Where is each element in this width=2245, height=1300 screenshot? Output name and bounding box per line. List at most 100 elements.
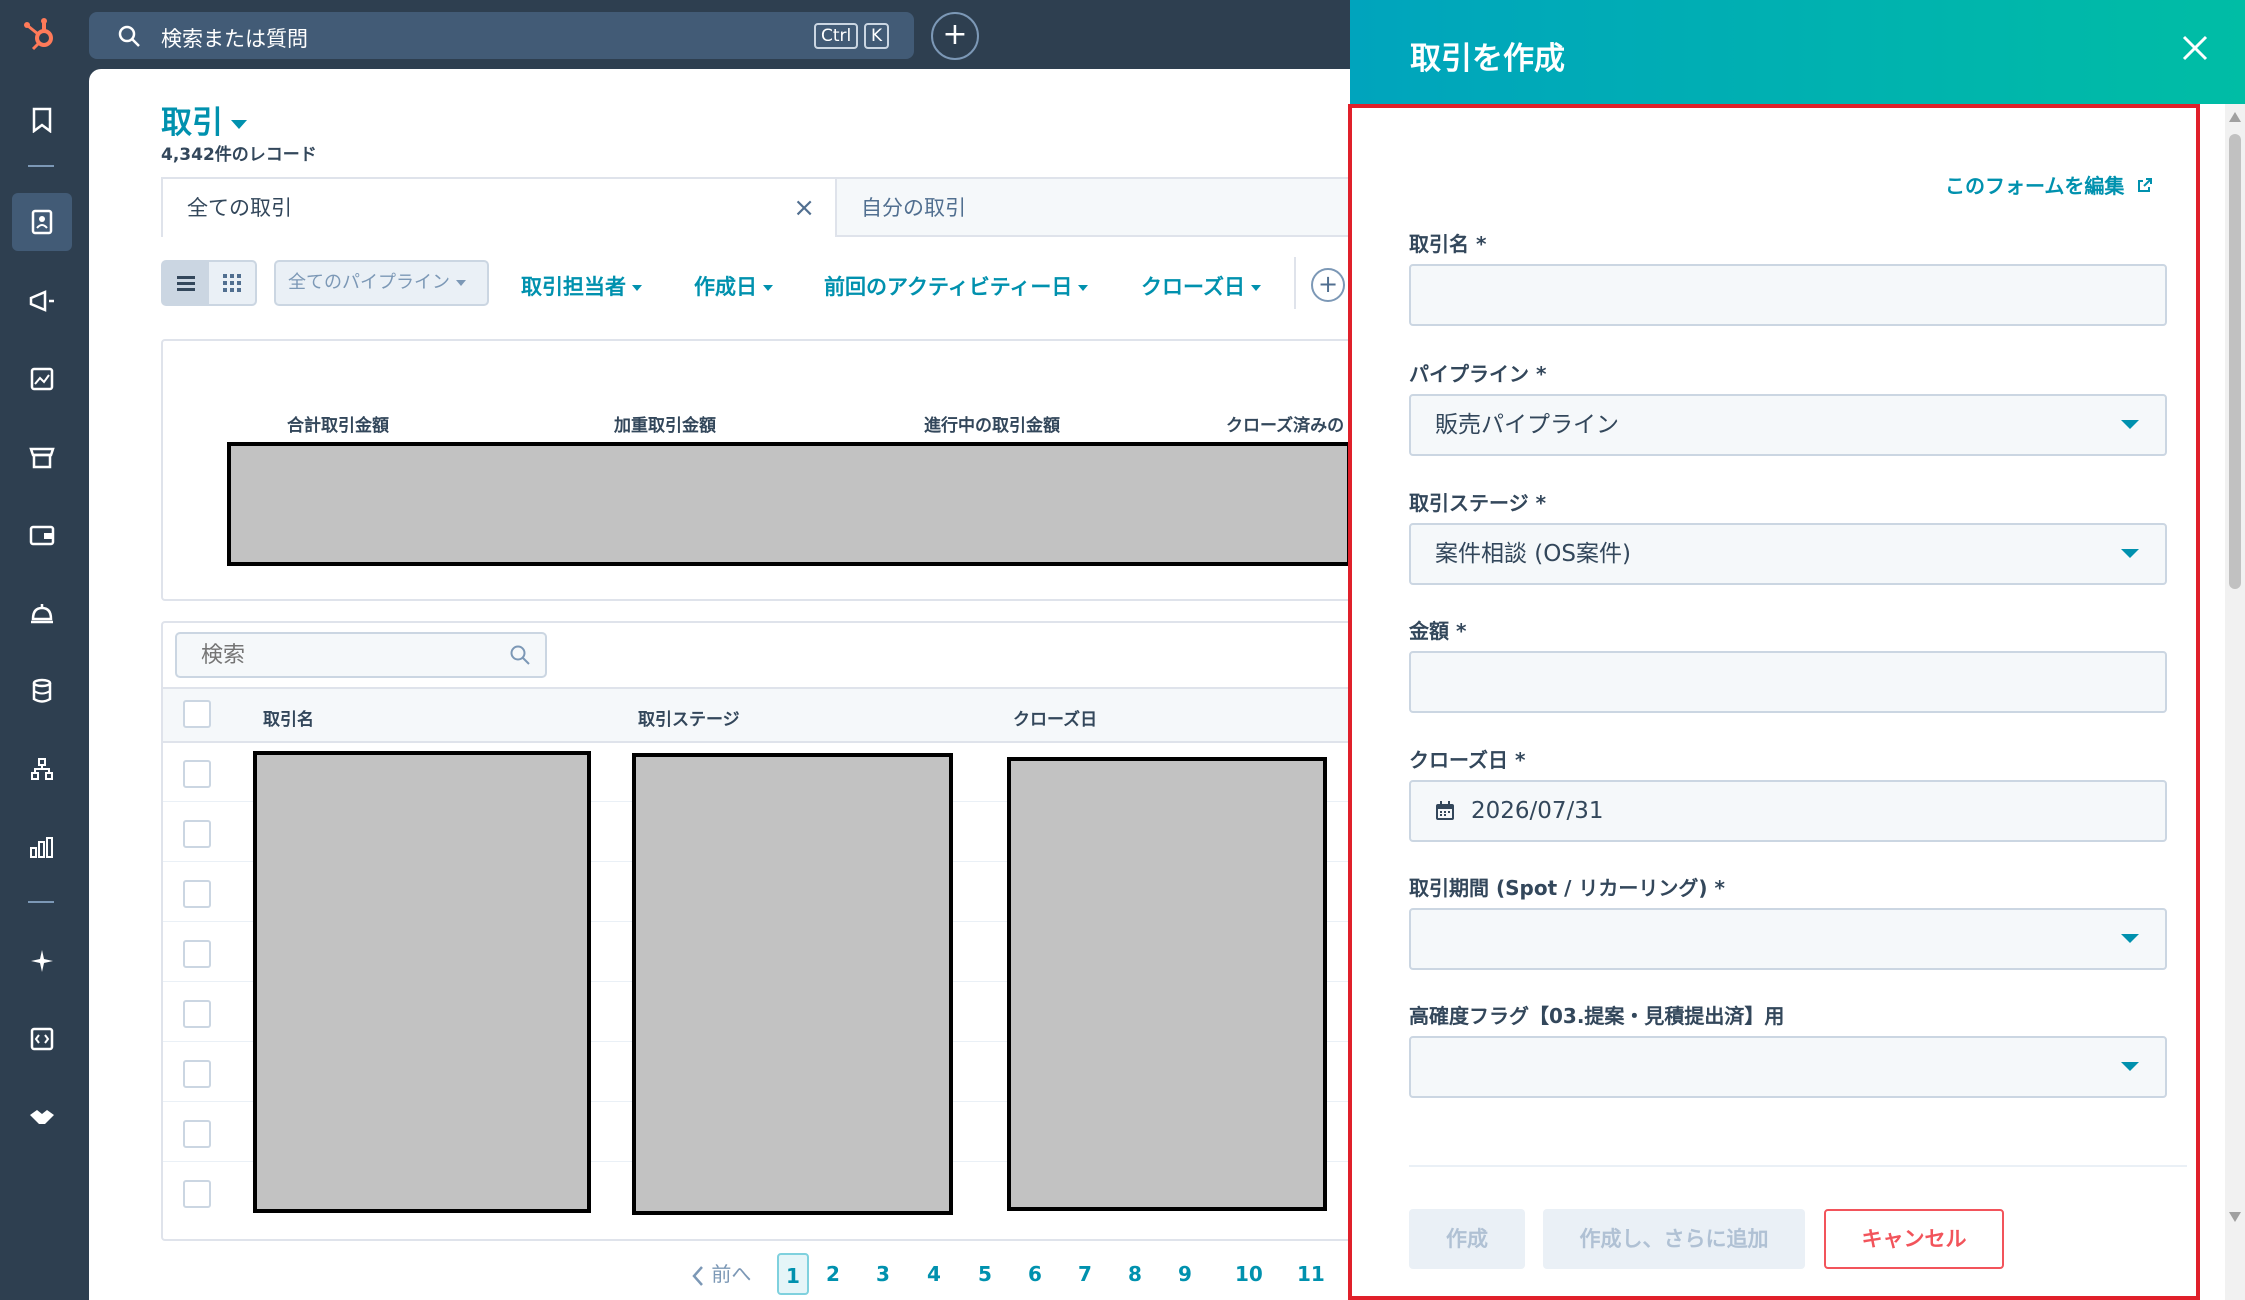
row-checkbox[interactable] — [183, 1180, 211, 1208]
ai-sparkle-icon[interactable] — [12, 932, 72, 990]
summary-weighted-amount-label: 加重取引金額 — [614, 416, 716, 436]
pipeline-value: 販売パイプライン — [1435, 412, 1619, 438]
row-checkbox[interactable] — [183, 880, 211, 908]
close-date-input[interactable]: 2026/07/31 — [1409, 780, 2167, 842]
panel-header: 取引を作成 — [1350, 0, 2245, 104]
developer-code-icon[interactable] — [12, 1010, 72, 1068]
partner-handshake-icon[interactable] — [12, 1088, 72, 1146]
pipeline-select[interactable]: 販売パイプライン — [1409, 394, 2167, 456]
chevron-down-icon — [456, 280, 466, 286]
close-icon[interactable] — [2181, 34, 2209, 66]
deal-period-select[interactable] — [1409, 908, 2167, 970]
create-button[interactable]: 作成 — [1409, 1209, 1525, 1269]
chevron-down-icon — [2121, 934, 2139, 943]
summary-closed-amount-label: クローズ済みの — [1226, 416, 1345, 436]
column-header-close-date[interactable]: クローズ日 — [1013, 705, 1097, 730]
main-content: 取引 4,342件のレコード 全ての取引 × 自分の取引 全てのパイプライン 取… — [89, 69, 1350, 1300]
pagination-prev-label: 前へ — [711, 1262, 752, 1286]
view-toggle — [161, 260, 257, 306]
reporting-icon[interactable] — [12, 818, 72, 876]
high-confidence-flag-label: 高確度フラグ【03.提案・見積提出済】用 — [1409, 1004, 1785, 1028]
page-6[interactable]: 6 — [1028, 1253, 1042, 1295]
tab-my-deals[interactable]: 自分の取引 — [861, 179, 966, 237]
scroll-down-arrow-icon[interactable] — [2229, 1212, 2241, 1222]
redacted-deal-stages — [632, 753, 953, 1215]
panel-title: 取引を作成 — [1410, 41, 1565, 77]
row-checkbox[interactable] — [183, 820, 211, 848]
edit-form-link[interactable]: このフォームを編集 — [1945, 170, 2153, 199]
shortcut-k-key: K — [864, 23, 890, 49]
record-count: 4,342件のレコード — [161, 145, 317, 165]
cancel-button[interactable]: キャンセル — [1824, 1209, 2004, 1269]
bookmark-icon[interactable] — [12, 91, 72, 149]
column-header-deal-name[interactable]: 取引名 — [263, 705, 314, 730]
view-tabs: 全ての取引 × 自分の取引 — [161, 177, 1350, 237]
column-header-deal-stage[interactable]: 取引ステージ — [638, 705, 740, 730]
board-view-icon[interactable] — [209, 262, 255, 304]
create-new-button[interactable]: + — [931, 12, 979, 60]
list-view-icon[interactable] — [163, 262, 209, 304]
automation-flow-icon[interactable] — [12, 740, 72, 798]
contacts-book-icon[interactable] — [12, 193, 72, 251]
row-checkbox[interactable] — [183, 1000, 211, 1028]
wallet-icon[interactable] — [12, 506, 72, 564]
search-icon — [510, 645, 530, 665]
create-and-add-another-button[interactable]: 作成し、さらに追加 — [1543, 1209, 1805, 1269]
content-icon[interactable] — [12, 350, 72, 408]
table-search-box — [175, 632, 547, 678]
nav-divider — [28, 901, 54, 903]
filter-create-date[interactable]: 作成日 — [694, 271, 773, 301]
pagination-prev[interactable]: 前へ — [691, 1252, 751, 1296]
edit-form-label: このフォームを編集 — [1945, 174, 2125, 198]
row-checkbox[interactable] — [183, 940, 211, 968]
scrollbar-thumb[interactable] — [2229, 134, 2241, 589]
table-search-input[interactable] — [177, 634, 497, 676]
pipeline-filter-value: 全てのパイプライン — [288, 272, 450, 293]
chevron-down-icon — [2121, 420, 2139, 429]
row-checkbox[interactable] — [183, 1060, 211, 1088]
page-4[interactable]: 4 — [927, 1253, 941, 1295]
page-1[interactable]: 1 — [777, 1253, 809, 1295]
filter-deal-owner[interactable]: 取引担当者 — [521, 271, 642, 301]
page-9[interactable]: 9 — [1178, 1253, 1192, 1295]
page-10[interactable]: 10 — [1235, 1253, 1263, 1295]
page-3[interactable]: 3 — [876, 1253, 890, 1295]
service-bell-icon[interactable] — [12, 584, 72, 642]
table-header — [163, 687, 1350, 743]
deal-name-input[interactable] — [1409, 264, 2167, 326]
scroll-up-arrow-icon[interactable] — [2229, 112, 2241, 122]
panel-scrollbar[interactable] — [2225, 104, 2245, 1300]
database-icon[interactable] — [12, 662, 72, 720]
hubspot-logo-icon[interactable] — [22, 14, 62, 54]
commerce-icon[interactable] — [12, 428, 72, 486]
tab-all-deals[interactable]: 全ての取引 × — [163, 179, 837, 237]
add-filter-button[interactable]: + — [1311, 268, 1345, 302]
filter-last-activity-date[interactable]: 前回のアクティビティー日 — [824, 271, 1089, 301]
page-2[interactable]: 2 — [826, 1253, 840, 1295]
global-search-input[interactable]: 検索または質問 Ctrl K — [89, 12, 914, 59]
filter-close-date[interactable]: クローズ日 — [1141, 271, 1261, 301]
redacted-deal-names — [253, 751, 591, 1213]
chevron-down-icon — [2121, 1062, 2139, 1071]
filter-label: 前回のアクティビティー日 — [824, 275, 1073, 299]
page-11[interactable]: 11 — [1297, 1253, 1325, 1295]
pipeline-filter-select[interactable]: 全てのパイプライン — [274, 260, 489, 306]
high-confidence-flag-select[interactable] — [1409, 1036, 2167, 1098]
marketing-megaphone-icon[interactable] — [12, 272, 72, 330]
object-title-dropdown[interactable]: 取引 — [161, 97, 247, 142]
page-5[interactable]: 5 — [978, 1253, 992, 1295]
deal-stage-select[interactable]: 案件相談 (OS案件) — [1409, 523, 2167, 585]
filter-label: 作成日 — [694, 275, 757, 299]
row-checkbox[interactable] — [183, 760, 211, 788]
amount-label: 金額 * — [1409, 619, 1467, 643]
left-navigation — [0, 69, 89, 1300]
amount-input[interactable] — [1409, 651, 2167, 713]
row-checkbox[interactable] — [183, 1120, 211, 1148]
page-8[interactable]: 8 — [1128, 1253, 1142, 1295]
chevron-left-icon — [692, 1265, 703, 1286]
deal-name-label: 取引名 * — [1409, 232, 1487, 256]
chevron-down-icon — [1078, 285, 1089, 291]
close-icon[interactable]: × — [793, 179, 815, 237]
select-all-checkbox[interactable] — [183, 700, 211, 728]
page-7[interactable]: 7 — [1078, 1253, 1092, 1295]
